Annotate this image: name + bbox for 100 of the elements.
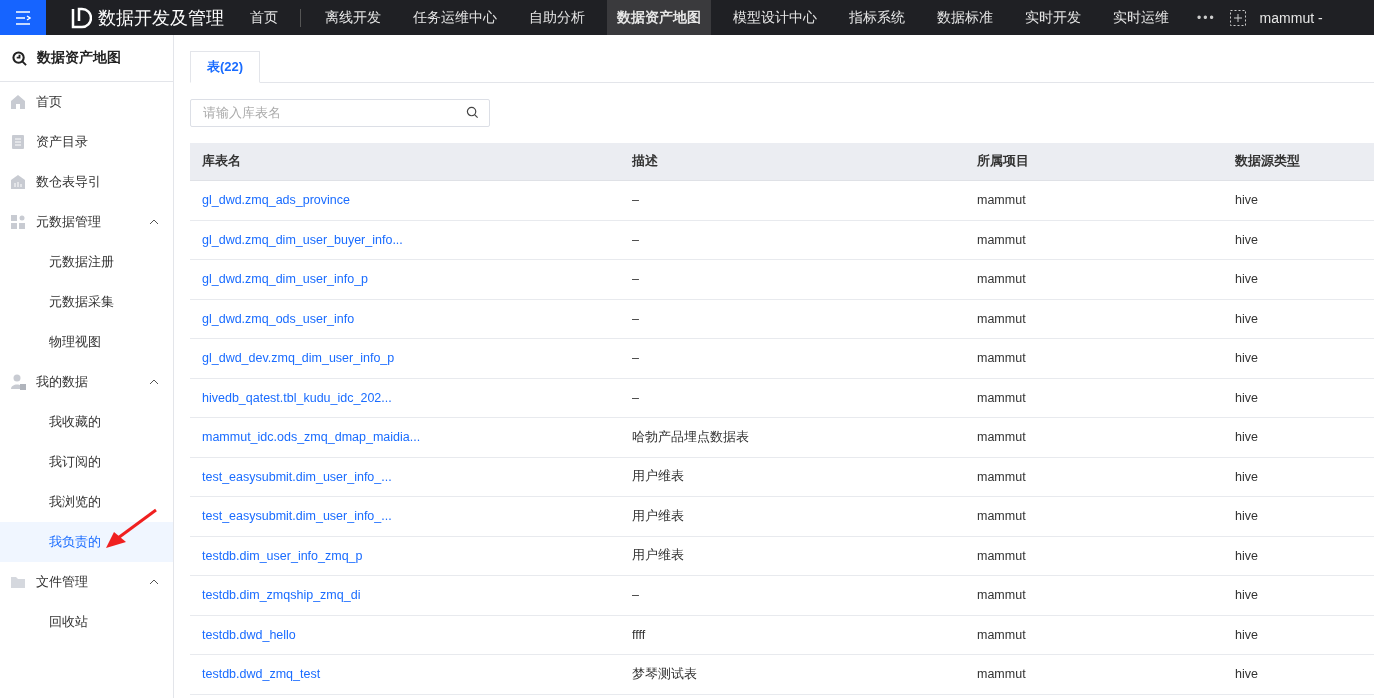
table-link[interactable]: testdb.dim_user_info_zmq_p: [202, 548, 363, 563]
table-link[interactable]: gl_dwd.zmq_ods_user_info: [202, 311, 355, 326]
sidebar-item[interactable]: 资产目录: [0, 122, 173, 162]
table-cell: mammut: [965, 457, 1223, 497]
more-menu[interactable]: •••: [1197, 10, 1216, 25]
sidebar-item[interactable]: 我订阅的: [0, 442, 173, 482]
search-field[interactable]: 请输入库表名: [190, 99, 490, 127]
table-cell: mammut: [965, 220, 1223, 260]
column-header: 所属项目: [965, 143, 1223, 181]
sidebar-item[interactable]: 我的数据: [0, 362, 173, 402]
user-name[interactable]: mammut -: [1259, 9, 1323, 26]
table-cell: mammut: [965, 181, 1223, 221]
sidebar-item[interactable]: 首页: [0, 82, 173, 122]
chevron-icon: [149, 579, 159, 585]
table-cell: –: [620, 378, 965, 418]
table-cell: 用户维表: [620, 497, 965, 537]
sidebar-title: 数据资产地图: [37, 49, 121, 67]
table-cell: mammut: [965, 655, 1223, 695]
table-cell: hive: [1223, 576, 1374, 616]
menu-button[interactable]: [0, 0, 46, 35]
chevron-icon: [149, 379, 159, 385]
grid-icon: [10, 214, 26, 230]
table-cell: –: [620, 260, 965, 300]
table-link[interactable]: gl_dwd_dev.zmq_dim_user_info_p: [202, 351, 395, 366]
table-link[interactable]: testdb.dim_zmqship_zmq_di: [202, 588, 361, 603]
table-cell: hive: [1223, 457, 1374, 497]
search-icon: [12, 50, 27, 66]
table-link[interactable]: gl_dwd.zmq_ads_province: [202, 193, 350, 208]
table-cell: 用户维表: [620, 457, 965, 497]
sidebar-item[interactable]: 我负责的: [0, 522, 173, 562]
sidebar-item[interactable]: 元数据管理: [0, 202, 173, 242]
table-cell: hive: [1223, 220, 1374, 260]
table-cell: hive: [1223, 655, 1374, 695]
table-cell: hive: [1223, 497, 1374, 537]
sidebar-item[interactable]: 我收藏的: [0, 402, 173, 442]
table-cell: hive: [1223, 181, 1374, 221]
table-link[interactable]: gl_dwd.zmq_dim_user_buyer_info...: [202, 232, 403, 247]
table-link[interactable]: testdb.dwd_zmq_test: [202, 667, 321, 682]
menu-icon: [15, 10, 31, 25]
table-cell: mammut: [965, 497, 1223, 537]
nav-item[interactable]: 实时运维: [1103, 0, 1179, 35]
table-link[interactable]: hivedb_qatest.tbl_kudu_idc_202...: [202, 390, 392, 405]
table-link[interactable]: test_easysubmit.dim_user_info_...: [202, 509, 392, 524]
sidebar-item[interactable]: 物理视图: [0, 322, 173, 362]
annotation-arrow: [104, 508, 158, 550]
search-icon: [466, 106, 479, 119]
table-cell: mammut: [965, 418, 1223, 458]
sidebar-item[interactable]: 数仓表导引: [0, 162, 173, 202]
logo-icon: [70, 6, 92, 29]
tab[interactable]: 表(22): [190, 51, 261, 83]
column-header: 库表名: [190, 143, 620, 181]
table-cell: –: [620, 181, 965, 221]
table-cell: mammut: [965, 339, 1223, 379]
table-cell: mammut: [965, 260, 1223, 300]
table-cell: mammut: [965, 576, 1223, 616]
table-cell: mammut: [965, 615, 1223, 655]
table-cell: hive: [1223, 536, 1374, 576]
add-icon[interactable]: [1229, 9, 1246, 26]
building-icon: [10, 174, 26, 190]
table-cell: mammut: [965, 536, 1223, 576]
user-icon: [10, 374, 26, 390]
table-cell: mammut: [965, 378, 1223, 418]
nav-item[interactable]: 数据标准: [927, 0, 1003, 35]
sidebar-item[interactable]: 元数据采集: [0, 282, 173, 322]
sidebar-item[interactable]: 我浏览的: [0, 482, 173, 522]
nav-item[interactable]: 模型设计中心: [723, 0, 827, 35]
table-cell: 用户维表: [620, 536, 965, 576]
table-cell: –: [620, 576, 965, 616]
nav-item[interactable]: 任务运维中心: [403, 0, 507, 35]
table-cell: 哈勃产品埋点数据表: [620, 418, 965, 458]
home-icon: [10, 94, 26, 110]
table-cell: ffff: [620, 615, 965, 655]
table-link[interactable]: mammut_idc.ods_zmq_dmap_maidia...: [202, 430, 421, 445]
table-cell: hive: [1223, 615, 1374, 655]
nav-item[interactable]: 首页: [240, 0, 288, 35]
nav-item[interactable]: 数据资产地图: [607, 0, 711, 35]
table-cell: mammut: [965, 299, 1223, 339]
app-title: 数据开发及管理: [98, 6, 224, 30]
table-cell: hive: [1223, 378, 1374, 418]
table-cell: –: [620, 220, 965, 260]
column-header: 数据源类型: [1223, 143, 1374, 181]
nav-item[interactable]: 实时开发: [1015, 0, 1091, 35]
table-cell: hive: [1223, 339, 1374, 379]
table-link[interactable]: test_easysubmit.dim_user_info_...: [202, 469, 392, 484]
nav-item[interactable]: 离线开发: [315, 0, 391, 35]
table-cell: hive: [1223, 299, 1374, 339]
table-link[interactable]: gl_dwd.zmq_dim_user_info_p: [202, 272, 369, 287]
sidebar-item[interactable]: 回收站: [0, 602, 173, 642]
list-icon: [10, 134, 26, 150]
nav-item[interactable]: 自助分析: [519, 0, 595, 35]
table-cell: hive: [1223, 260, 1374, 300]
sidebar-item[interactable]: 元数据注册: [0, 242, 173, 282]
nav-item[interactable]: 指标系统: [839, 0, 915, 35]
folder-icon: [10, 574, 26, 590]
table-cell: hive: [1223, 418, 1374, 458]
table-cell: –: [620, 339, 965, 379]
column-header: 描述: [620, 143, 965, 181]
sidebar-item[interactable]: 文件管理: [0, 562, 173, 602]
table-link[interactable]: testdb.dwd_hello: [202, 627, 296, 642]
chevron-icon: [149, 219, 159, 225]
